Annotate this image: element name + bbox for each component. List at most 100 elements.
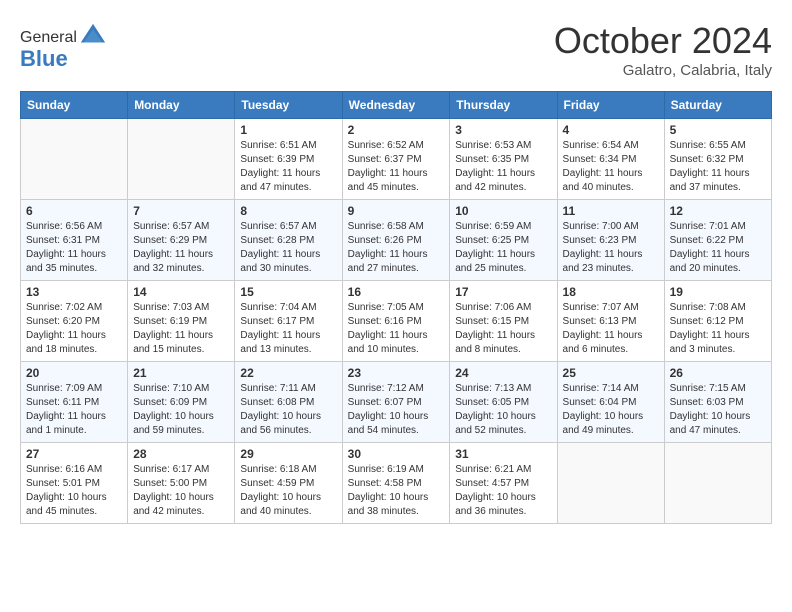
day-number: 17 (455, 285, 551, 299)
calendar-cell (664, 443, 771, 524)
day-info: Sunrise: 7:11 AMSunset: 6:08 PMDaylight:… (240, 382, 336, 438)
day-number: 29 (240, 447, 336, 461)
calendar-cell: 4 Sunrise: 6:54 AMSunset: 6:34 PMDaylight… (557, 119, 664, 200)
day-number: 10 (455, 204, 551, 218)
day-number: 13 (26, 285, 122, 299)
day-info: Sunrise: 6:52 AMSunset: 6:37 PMDaylight:… (348, 139, 445, 195)
weekday-sunday: Sunday (21, 92, 128, 119)
calendar-cell: 12 Sunrise: 7:01 AMSunset: 6:22 PMDayligh… (664, 200, 771, 281)
calendar-cell: 15 Sunrise: 7:04 AMSunset: 6:17 PMDayligh… (235, 281, 342, 362)
calendar-cell: 9 Sunrise: 6:58 AMSunset: 6:26 PMDaylight… (342, 200, 450, 281)
day-info: Sunrise: 6:57 AMSunset: 6:28 PMDaylight:… (240, 220, 336, 276)
day-info: Sunrise: 6:21 AMSunset: 4:57 PMDaylight:… (455, 463, 551, 519)
day-info: Sunrise: 6:58 AMSunset: 6:26 PMDaylight:… (348, 220, 445, 276)
day-info: Sunrise: 6:59 AMSunset: 6:25 PMDaylight:… (455, 220, 551, 276)
logo-blue-text: Blue (20, 46, 68, 71)
day-info: Sunrise: 7:07 AMSunset: 6:13 PMDaylight:… (563, 301, 659, 357)
page: General Blue October 2024 Galatro, Calab… (0, 0, 792, 534)
weekday-thursday: Thursday (450, 92, 557, 119)
day-info: Sunrise: 6:19 AMSunset: 4:58 PMDaylight:… (348, 463, 445, 519)
day-number: 7 (133, 204, 229, 218)
calendar-cell: 27 Sunrise: 6:16 AMSunset: 5:01 PMDayligh… (21, 443, 128, 524)
weekday-monday: Monday (128, 92, 235, 119)
calendar-cell: 3Sunrise: 6:53 AMSunset: 6:35 PMDaylight… (450, 119, 557, 200)
day-number: 2 (348, 123, 445, 137)
calendar-cell: 7 Sunrise: 6:57 AMSunset: 6:29 PMDaylight… (128, 200, 235, 281)
day-number: 23 (348, 366, 445, 380)
day-info: Sunrise: 6:57 AMSunset: 6:29 PMDaylight:… (133, 220, 229, 276)
day-info: Sunrise: 7:04 AMSunset: 6:17 PMDaylight:… (240, 301, 336, 357)
day-number: 18 (563, 285, 659, 299)
calendar-cell: 20Sunrise: 7:09 AMSunset: 6:11 PMDayligh… (21, 362, 128, 443)
calendar-cell: 6 Sunrise: 6:56 AMSunset: 6:31 PMDaylight… (21, 200, 128, 281)
day-number: 26 (670, 366, 766, 380)
week-row-2: 13Sunrise: 7:02 AMSunset: 6:20 PMDayligh… (21, 281, 772, 362)
day-info: Sunrise: 6:17 AMSunset: 5:00 PMDaylight:… (133, 463, 229, 519)
calendar-cell: 23Sunrise: 7:12 AMSunset: 6:07 PMDayligh… (342, 362, 450, 443)
calendar-cell: 31Sunrise: 6:21 AMSunset: 4:57 PMDayligh… (450, 443, 557, 524)
weekday-saturday: Saturday (664, 92, 771, 119)
day-info: Sunrise: 6:53 AMSunset: 6:35 PMDaylight:… (455, 139, 551, 195)
calendar-cell: 25 Sunrise: 7:14 AMSunset: 6:04 PMDayligh… (557, 362, 664, 443)
logo-general-text: General (20, 29, 77, 47)
calendar-cell: 21 Sunrise: 7:10 AMSunset: 6:09 PMDayligh… (128, 362, 235, 443)
day-info: Sunrise: 7:13 AMSunset: 6:05 PMDaylight:… (455, 382, 551, 438)
day-info: Sunrise: 6:54 AMSunset: 6:34 PMDaylight:… (563, 139, 659, 195)
day-info: Sunrise: 7:05 AMSunset: 6:16 PMDaylight:… (348, 301, 445, 357)
day-number: 15 (240, 285, 336, 299)
location: Galatro, Calabria, Italy (554, 62, 772, 79)
day-info: Sunrise: 7:10 AMSunset: 6:09 PMDaylight:… (133, 382, 229, 438)
day-info: Sunrise: 7:09 AMSunset: 6:11 PMDaylight:… (26, 382, 122, 438)
week-row-3: 20Sunrise: 7:09 AMSunset: 6:11 PMDayligh… (21, 362, 772, 443)
day-info: Sunrise: 7:00 AMSunset: 6:23 PMDaylight:… (563, 220, 659, 276)
calendar-cell: 30Sunrise: 6:19 AMSunset: 4:58 PMDayligh… (342, 443, 450, 524)
calendar: SundayMondayTuesdayWednesdayThursdayFrid… (20, 91, 772, 524)
day-info: Sunrise: 7:08 AMSunset: 6:12 PMDaylight:… (670, 301, 766, 357)
day-info: Sunrise: 6:56 AMSunset: 6:31 PMDaylight:… (26, 220, 122, 276)
day-number: 27 (26, 447, 122, 461)
logo-icon (79, 22, 107, 50)
day-info: Sunrise: 6:55 AMSunset: 6:32 PMDaylight:… (670, 139, 766, 195)
calendar-cell (557, 443, 664, 524)
day-number: 6 (26, 204, 122, 218)
weekday-tuesday: Tuesday (235, 92, 342, 119)
day-info: Sunrise: 7:03 AMSunset: 6:19 PMDaylight:… (133, 301, 229, 357)
week-row-0: 1 Sunrise: 6:51 AMSunset: 6:39 PMDaylight… (21, 119, 772, 200)
calendar-cell: 2 Sunrise: 6:52 AMSunset: 6:37 PMDaylight… (342, 119, 450, 200)
calendar-cell: 19Sunrise: 7:08 AMSunset: 6:12 PMDayligh… (664, 281, 771, 362)
weekday-wednesday: Wednesday (342, 92, 450, 119)
day-number: 9 (348, 204, 445, 218)
day-number: 16 (348, 285, 445, 299)
day-info: Sunrise: 7:14 AMSunset: 6:04 PMDaylight:… (563, 382, 659, 438)
day-info: Sunrise: 7:01 AMSunset: 6:22 PMDaylight:… (670, 220, 766, 276)
calendar-cell: 1 Sunrise: 6:51 AMSunset: 6:39 PMDaylight… (235, 119, 342, 200)
calendar-cell: 13Sunrise: 7:02 AMSunset: 6:20 PMDayligh… (21, 281, 128, 362)
day-number: 12 (670, 204, 766, 218)
calendar-cell: 28Sunrise: 6:17 AMSunset: 5:00 PMDayligh… (128, 443, 235, 524)
calendar-cell: 10 Sunrise: 6:59 AMSunset: 6:25 PMDayligh… (450, 200, 557, 281)
day-number: 25 (563, 366, 659, 380)
day-number: 4 (563, 123, 659, 137)
day-number: 24 (455, 366, 551, 380)
calendar-cell: 22 Sunrise: 7:11 AMSunset: 6:08 PMDayligh… (235, 362, 342, 443)
calendar-cell: 29Sunrise: 6:18 AMSunset: 4:59 PMDayligh… (235, 443, 342, 524)
calendar-cell: 11Sunrise: 7:00 AMSunset: 6:23 PMDayligh… (557, 200, 664, 281)
month-title: October 2024 (554, 20, 772, 62)
calendar-cell: 8 Sunrise: 6:57 AMSunset: 6:28 PMDaylight… (235, 200, 342, 281)
day-info: Sunrise: 6:51 AMSunset: 6:39 PMDaylight:… (240, 139, 336, 195)
day-info: Sunrise: 7:15 AMSunset: 6:03 PMDaylight:… (670, 382, 766, 438)
day-info: Sunrise: 7:06 AMSunset: 6:15 PMDaylight:… (455, 301, 551, 357)
weekday-friday: Friday (557, 92, 664, 119)
calendar-cell: 26 Sunrise: 7:15 AMSunset: 6:03 PMDayligh… (664, 362, 771, 443)
logo: General Blue (20, 26, 107, 72)
day-number: 1 (240, 123, 336, 137)
title-block: October 2024 Galatro, Calabria, Italy (554, 20, 772, 79)
day-number: 21 (133, 366, 229, 380)
day-info: Sunrise: 6:16 AMSunset: 5:01 PMDaylight:… (26, 463, 122, 519)
day-number: 8 (240, 204, 336, 218)
week-row-4: 27 Sunrise: 6:16 AMSunset: 5:01 PMDayligh… (21, 443, 772, 524)
calendar-cell (128, 119, 235, 200)
weekday-header-row: SundayMondayTuesdayWednesdayThursdayFrid… (21, 92, 772, 119)
day-number: 14 (133, 285, 229, 299)
day-number: 22 (240, 366, 336, 380)
